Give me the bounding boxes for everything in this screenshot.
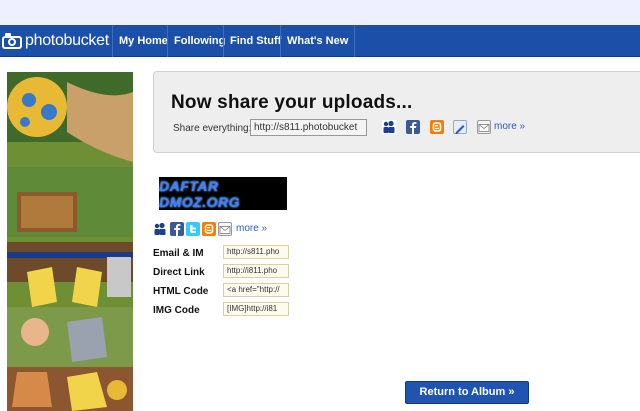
email-icon[interactable] (477, 120, 491, 134)
photobucket-logo[interactable]: photobucket (2, 30, 109, 52)
share-panel: Now share your uploads... Share everythi… (153, 71, 640, 153)
img-code-field[interactable]: [IMG]http://i81 (223, 302, 289, 316)
email-im-label: Email & IM (153, 248, 204, 259)
facebook-icon[interactable] (406, 120, 420, 134)
email-icon[interactable] (218, 222, 232, 236)
image-share-more-link[interactable]: more » (236, 223, 267, 234)
direct-link-label: Direct Link (153, 267, 205, 278)
bookmark-icon[interactable] (453, 120, 467, 134)
html-code-field[interactable]: <a href="http:// (223, 283, 289, 297)
myspace-icon[interactable] (382, 120, 396, 134)
share-title: Now share your uploads... (171, 92, 413, 113)
share-everything-url-field[interactable]: http://s811.photobucket (250, 119, 367, 136)
img-code-label: IMG Code (153, 305, 200, 316)
return-to-album-button[interactable]: Return to Album » (405, 381, 529, 404)
myspace-icon[interactable] (153, 222, 167, 236)
uploaded-image-banner[interactable]: DAFTAR DMOZ.ORG (159, 177, 287, 210)
top-nav-bar: photobucket My Home Following Find Stuff… (0, 25, 640, 57)
nav-my-home[interactable]: My Home (112, 25, 174, 57)
share-more-link[interactable]: more » (494, 121, 525, 132)
twitter-icon[interactable] (186, 222, 200, 236)
html-code-label: HTML Code (153, 286, 209, 297)
blogger-icon[interactable] (430, 120, 444, 134)
facebook-icon[interactable] (170, 222, 184, 236)
logo-text: photobucket (25, 32, 109, 49)
browser-top-strip (0, 0, 640, 25)
nav-whats-new[interactable]: What's New (280, 25, 356, 57)
nav-find-stuff[interactable]: Find Stuff (223, 25, 287, 57)
share-everything-label: Share everything: (173, 123, 252, 134)
banner-text: DAFTAR DMOZ.ORG (159, 177, 240, 210)
uploaded-photo-preview (7, 72, 133, 411)
direct-link-code-field[interactable]: http://i811.pho (223, 264, 289, 278)
nav-following[interactable]: Following (167, 25, 231, 57)
camera-icon (2, 33, 22, 49)
blogger-icon[interactable] (202, 222, 216, 236)
email-im-code-field[interactable]: http://s811.pho (223, 245, 289, 259)
